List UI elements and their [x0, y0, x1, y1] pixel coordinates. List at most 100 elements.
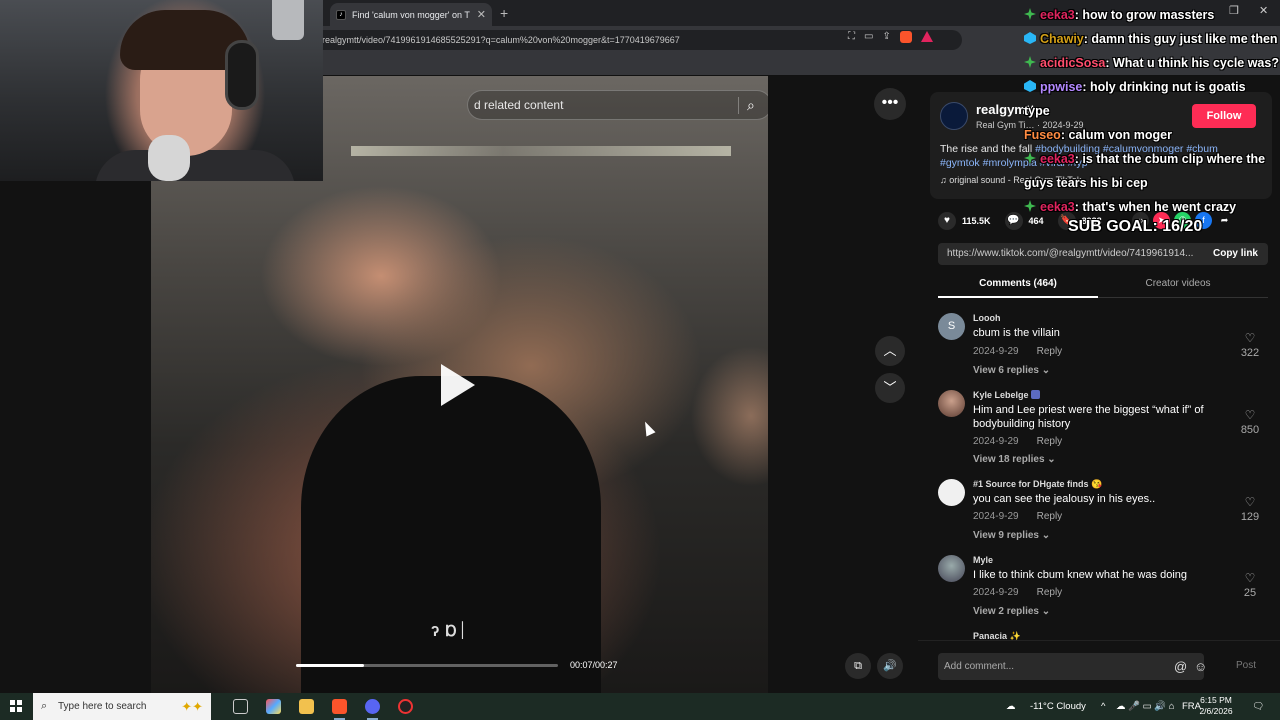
- comment-user[interactable]: Panacia ✨: [973, 631, 1021, 640]
- taskbar-search-input[interactable]: ⌕ Type here to search ✦✦: [33, 693, 211, 720]
- taskbar-clock[interactable]: 6:15 PM 2/6/2026: [1198, 695, 1234, 717]
- comment-text: Him and Lee priest were the biggest “wha…: [973, 404, 1204, 430]
- file-explorer-icon[interactable]: [299, 699, 314, 714]
- chat-username: eeka3: [1040, 152, 1075, 166]
- search-icon[interactable]: ⌕: [747, 91, 755, 119]
- comment-input[interactable]: Add comment... @ ☺: [938, 653, 1207, 680]
- obs-icon[interactable]: [398, 699, 413, 714]
- cast-icon[interactable]: ▭: [864, 31, 873, 43]
- heart-outline-icon[interactable]: ♡: [1230, 408, 1270, 422]
- comment-user[interactable]: Kyle Lebelge: [973, 390, 1041, 400]
- share-link-field[interactable]: https://www.tiktok.com/@realgymtt/video/…: [938, 243, 1268, 265]
- heart-outline-icon[interactable]: ♡: [1230, 331, 1270, 345]
- share-page-icon[interactable]: ⇪: [882, 31, 890, 43]
- comment-like-count: 129: [1240, 511, 1260, 523]
- weather-text[interactable]: -11°C Cloudy: [1030, 693, 1086, 720]
- reply-button[interactable]: Reply: [1037, 436, 1063, 447]
- chat-text: : calum von moger: [1060, 128, 1172, 142]
- tab-comments[interactable]: Comments (464): [938, 278, 1098, 289]
- creator-avatar[interactable]: [940, 102, 968, 130]
- next-video-button[interactable]: ﹀: [875, 373, 905, 403]
- chat-username: eeka3: [1040, 8, 1075, 22]
- avatar[interactable]: [938, 390, 965, 417]
- comments-tabs: Comments (464) Creator videos: [938, 274, 1268, 298]
- chat-message: Chawiy: damn this guy just like me then: [1024, 27, 1278, 51]
- comment-icon[interactable]: 💬: [1004, 212, 1023, 230]
- chat-message: eeka3: that's when he went crazy: [1024, 195, 1236, 219]
- brave-shield-icon[interactable]: [899, 31, 912, 43]
- reply-button[interactable]: Reply: [1037, 511, 1063, 522]
- weather-icon[interactable]: ☁: [1006, 693, 1016, 720]
- avatar[interactable]: [938, 479, 965, 506]
- heart-icon[interactable]: ♥: [938, 212, 956, 230]
- reply-button[interactable]: Reply: [1037, 587, 1063, 598]
- chat-message: type: [1024, 99, 1050, 123]
- previous-video-button[interactable]: ︿: [875, 336, 905, 366]
- picture-in-picture-button[interactable]: ⧉: [845, 653, 871, 679]
- chat-message: eeka3: is that the cbum clip where the: [1024, 147, 1265, 171]
- share-link-text: https://www.tiktok.com/@realgymtt/video/…: [947, 248, 1194, 259]
- gym-lights: [351, 146, 731, 156]
- comment-text: cbum is the villain: [973, 327, 1060, 339]
- brave-rewards-icon[interactable]: [920, 31, 933, 42]
- new-tab-button[interactable]: +: [500, 5, 508, 21]
- sparkle-badge-icon: [1024, 200, 1036, 212]
- chat-username: ppwise: [1040, 80, 1083, 94]
- comment-item: Panacia ✨: [938, 631, 1268, 640]
- chat-text: guys tears his bi cep: [1024, 176, 1148, 190]
- close-window-icon[interactable]: ✕: [1259, 4, 1268, 17]
- heart-outline-icon[interactable]: ♡: [1230, 571, 1270, 585]
- tab-active-underline: [938, 296, 1098, 298]
- browser-tab[interactable]: ♪ Find 'calum von mogger' on T ✕: [330, 3, 492, 26]
- comment-text: I like to think cbum knew what he was do…: [973, 569, 1188, 581]
- chat-text: type: [1024, 104, 1050, 118]
- comment-input-placeholder: Add comment...: [944, 661, 1015, 672]
- notifications-icon[interactable]: 🗨: [1252, 693, 1264, 720]
- tray-icons[interactable]: ☁ 🎤 ▭ 🔊 ⌂: [1116, 693, 1174, 720]
- post-comment-button[interactable]: Post: [1236, 660, 1256, 671]
- chat-text: : how to grow massters: [1074, 8, 1215, 22]
- follow-button[interactable]: Follow: [1192, 104, 1256, 128]
- comment-user[interactable]: Loooh: [973, 313, 1001, 323]
- search-highlight-icon: ✦✦: [181, 699, 203, 714]
- mention-icon[interactable]: @: [1174, 653, 1187, 680]
- view-replies-button[interactable]: View 18 replies ⌄: [973, 454, 1056, 465]
- close-tab-icon[interactable]: ✕: [477, 8, 486, 21]
- tab-creator-videos[interactable]: Creator videos: [1098, 278, 1258, 289]
- video-progress-bar[interactable]: [296, 664, 558, 667]
- avatar[interactable]: [938, 555, 965, 582]
- search-divider: [738, 97, 739, 114]
- brave-browser-icon[interactable]: [332, 699, 347, 720]
- comment-user[interactable]: #1 Source for DHgate finds 😘: [973, 479, 1102, 490]
- discord-icon[interactable]: [365, 699, 380, 720]
- copilot-icon[interactable]: [266, 699, 281, 714]
- restore-window-icon[interactable]: ❐: [1229, 4, 1239, 17]
- sparkle-badge-icon: [1024, 56, 1036, 68]
- comment-user[interactable]: Myle: [973, 555, 993, 565]
- description-text: The rise and the fall: [940, 143, 1036, 155]
- related-search-input[interactable]: d related content ⌕: [467, 90, 768, 120]
- comment-like[interactable]: ♡ 322: [1230, 331, 1270, 359]
- view-replies-button[interactable]: View 2 replies ⌄: [973, 606, 1050, 617]
- comment-like[interactable]: ♡ 25: [1230, 571, 1270, 599]
- reader-mode-icon[interactable]: ⛶: [848, 31, 855, 43]
- avatar[interactable]: S: [938, 313, 965, 340]
- copy-link-button[interactable]: Copy link: [1204, 243, 1258, 265]
- play-icon[interactable]: [441, 364, 475, 406]
- view-replies-button[interactable]: View 9 replies ⌄: [973, 530, 1050, 541]
- task-view-icon[interactable]: [233, 699, 248, 714]
- volume-button[interactable]: 🔊: [877, 653, 903, 679]
- comment-date: 2024-9-29: [973, 436, 1019, 447]
- shirt-print: ʔ Ɒ׀: [431, 623, 468, 640]
- heart-outline-icon[interactable]: ♡: [1230, 495, 1270, 509]
- comment-like[interactable]: ♡ 850: [1230, 408, 1270, 436]
- view-replies-button[interactable]: View 6 replies ⌄: [973, 365, 1050, 376]
- music-note-icon: ♫: [940, 175, 950, 185]
- more-options-button[interactable]: •••: [874, 88, 906, 120]
- emoji-icon[interactable]: ☺: [1194, 653, 1207, 680]
- video-time: 00:07/00:27: [570, 660, 618, 670]
- reply-button[interactable]: Reply: [1037, 346, 1063, 357]
- tray-expand-icon[interactable]: ^: [1101, 693, 1105, 720]
- comment-like[interactable]: ♡ 129: [1230, 495, 1270, 523]
- windows-start-icon[interactable]: [10, 700, 22, 712]
